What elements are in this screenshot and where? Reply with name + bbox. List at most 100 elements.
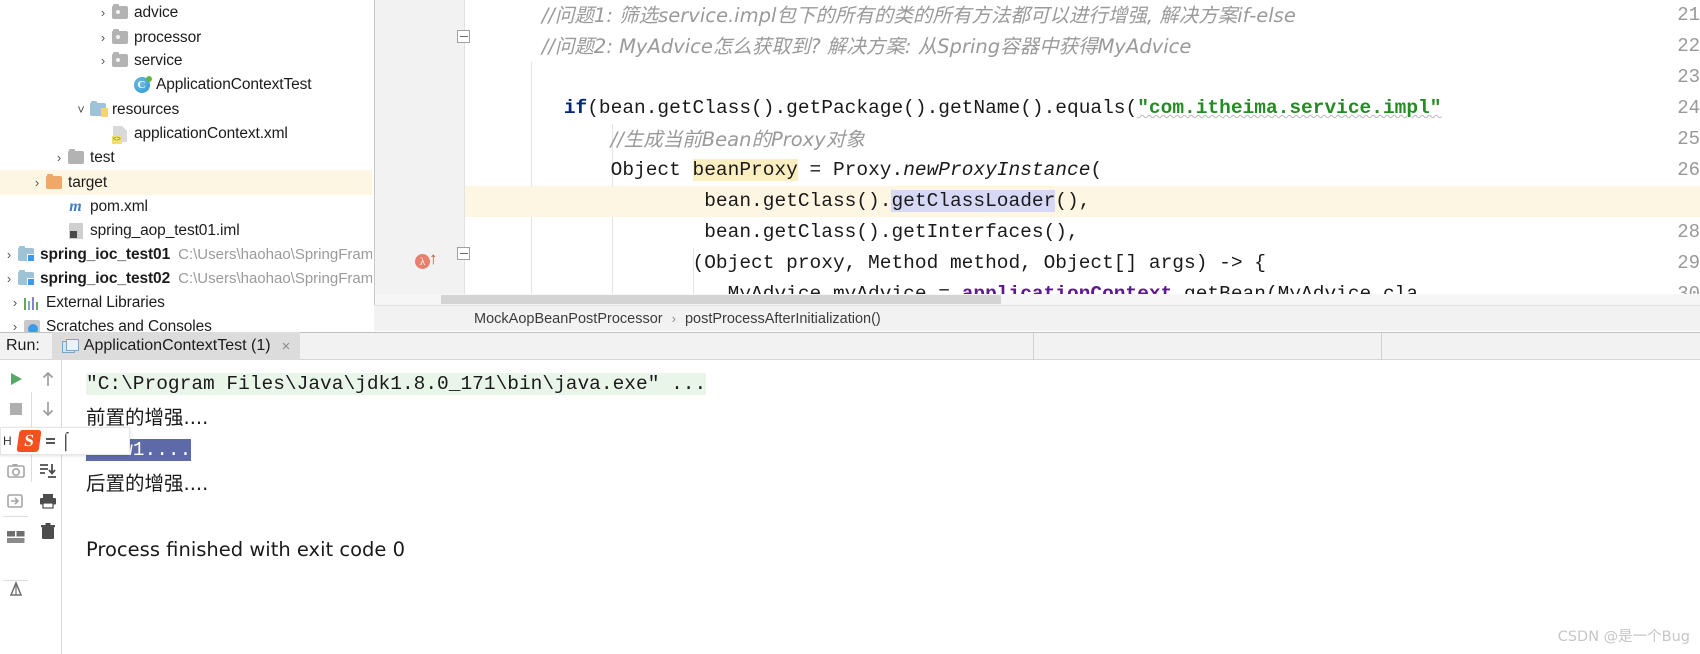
code-text-area[interactable]: //问题1: 筛选service.impl包下的所有的类的所有方法都可以进行增强…: [465, 0, 1700, 305]
toolbar-divider: [3, 516, 28, 517]
code-line-21[interactable]: //问题1: 筛选service.impl包下的所有的类的所有方法都可以进行增强…: [465, 0, 1700, 31]
tree-item-service[interactable]: › service: [0, 48, 372, 73]
chevron-right-icon[interactable]: ›: [8, 320, 22, 332]
tree-item-pom-xml[interactable]: m pom.xml: [0, 194, 372, 219]
header-divider: [1381, 333, 1382, 361]
code-line-23[interactable]: [465, 62, 1700, 93]
toolbar-divider: [3, 580, 28, 581]
tree-item-spring-ioc-test02[interactable]: › spring_ioc_test02 C:\Users\haohao\Spring…: [0, 266, 372, 291]
export-button[interactable]: [0, 486, 31, 516]
code-line-27[interactable]: bean.getClass().getClassLoader(),: [465, 186, 1700, 217]
run-config-icon: [61, 339, 79, 353]
tree-item-test[interactable]: › test: [0, 145, 372, 170]
tree-item-spring-aop-test01-iml[interactable]: spring_aop_test01.iml: [0, 218, 372, 243]
rerun-button[interactable]: [0, 364, 31, 394]
package-folder-icon: [110, 51, 129, 69]
run-panel-header: Run: ApplicationContextTest (1) ×: [0, 332, 1700, 361]
console-line: 前置的增强....: [62, 401, 1700, 434]
chevron-down-icon[interactable]: ˅: [74, 103, 88, 117]
project-tree-panel[interactable]: › advice › processor › service C ApplicationCon…: [0, 0, 372, 332]
code-line-26[interactable]: Object beanProxy = Proxy.newProxyInstanc…: [465, 155, 1700, 186]
console-command-text: "C:\Program Files\Java\jdk1.8.0_171\bin\…: [86, 373, 707, 395]
sogou-logo-icon[interactable]: S: [16, 430, 42, 452]
run-tool-window: Run: ApplicationContextTest (1) × "C:\Pr…: [0, 332, 1700, 654]
more-options-icon[interactable]: [45, 438, 55, 444]
scroll-to-end-button[interactable]: [32, 456, 63, 486]
text-cursor-icon: ⌠: [60, 431, 71, 450]
tree-item-spring-ioc-test01[interactable]: › spring_ioc_test01 C:\Users\haohao\Spring…: [0, 242, 372, 267]
code-line-29[interactable]: (Object proxy, Method method, Object[] a…: [465, 248, 1700, 279]
tree-item-resources[interactable]: ˅ resources: [0, 97, 372, 122]
tree-item-label: External Libraries: [46, 293, 165, 311]
chevron-right-icon[interactable]: ›: [52, 151, 66, 165]
console-line: 后置的增强....: [62, 467, 1700, 500]
console-text: Process finished with exit code 0: [86, 538, 405, 561]
code-line-28[interactable]: bean.getClass().getInterfaces(),: [465, 217, 1700, 248]
code-line-22[interactable]: //问题2: MyAdvice怎么获取到? 解决方案: 从Spring容器中获得…: [465, 31, 1700, 62]
console-line: show1....: [62, 434, 1700, 467]
chevron-right-icon[interactable]: ›: [96, 6, 110, 20]
console-line: Process finished with exit code 0: [62, 533, 1700, 566]
breadcrumb-separator-icon: ›: [671, 311, 676, 326]
pin-button[interactable]: [0, 574, 31, 604]
tree-item-target[interactable]: › target: [0, 170, 372, 195]
scrollbar-thumb[interactable]: [441, 295, 1001, 304]
watermark: CSDN @是一个Bug: [1557, 629, 1690, 645]
tree-item-label: test: [90, 148, 115, 166]
module-folder-icon: [16, 269, 35, 287]
run-toolbar-left-column[interactable]: [0, 364, 31, 604]
console-output[interactable]: "C:\Program Files\Java\jdk1.8.0_171\bin\…: [62, 360, 1700, 654]
tree-item-processor[interactable]: › processor: [0, 25, 372, 50]
tree-item-advice[interactable]: › advice: [0, 0, 372, 25]
tree-item-label: service: [134, 51, 183, 69]
chevron-right-icon[interactable]: ›: [2, 272, 16, 286]
tree-item-external-libraries[interactable]: › External Libraries: [0, 290, 372, 315]
ime-prefix-label: H: [3, 434, 12, 448]
breadcrumb[interactable]: MockAopBeanPostProcessor › postProcessAf…: [374, 305, 1700, 331]
chevron-right-icon[interactable]: ›: [8, 296, 22, 310]
lambda-gutter-icon[interactable]: λ: [415, 254, 430, 269]
tree-item-label: spring_aop_test01.iml: [90, 221, 240, 239]
breadcrumb-item-method[interactable]: postProcessAfterInitialization(): [685, 311, 881, 327]
ime-status-bar[interactable]: H S ⌠: [0, 427, 130, 455]
scratches-icon: [22, 319, 41, 332]
close-icon[interactable]: ×: [282, 338, 291, 355]
tree-item-scratches-and-consoles[interactable]: › Scratches and Consoles: [0, 314, 372, 332]
run-panel-label: Run:: [6, 337, 40, 354]
chevron-right-icon[interactable]: ›: [96, 31, 110, 45]
screenshot-button[interactable]: [0, 456, 31, 486]
up-arrow-button[interactable]: [32, 364, 63, 394]
stop-button[interactable]: [0, 394, 31, 424]
layout-button[interactable]: [0, 522, 31, 552]
run-toolbar[interactable]: [0, 360, 62, 654]
code-line-25[interactable]: //生成当前Bean的Proxy对象: [465, 124, 1700, 155]
target-folder-icon: [44, 173, 63, 191]
code-editor[interactable]: 21222324252627282930 λ ↑ //问题1: 筛选serv: [374, 0, 1700, 305]
tree-item-label: pom.xml: [90, 197, 148, 215]
folder-icon: [66, 148, 85, 166]
chevron-right-icon[interactable]: ›: [96, 54, 110, 68]
editor-horizontal-scrollbar[interactable]: [375, 294, 1700, 305]
tree-item-applicationcontext-xml[interactable]: applicationContext.xml: [0, 121, 372, 146]
tree-item-label: advice: [134, 3, 179, 21]
chevron-right-icon[interactable]: ›: [2, 248, 16, 262]
breadcrumb-item-class[interactable]: MockAopBeanPostProcessor: [474, 311, 663, 327]
print-button[interactable]: [32, 486, 63, 516]
tree-item-label: spring_ioc_test01: [40, 245, 171, 263]
down-arrow-button[interactable]: [32, 394, 63, 424]
code-line-24[interactable]: if(bean.getClass().getPackage().getName(…: [465, 93, 1700, 124]
console-text: 前置的增强....: [86, 406, 209, 429]
package-folder-icon: [110, 3, 129, 21]
run-toolbar-right-column[interactable]: [32, 364, 63, 546]
run-tab-application-context-test[interactable]: ApplicationContextTest (1) ×: [51, 332, 301, 360]
tree-item-path: C:\Users\haohao\SpringFramew: [178, 246, 372, 263]
tree-item-label: resources: [112, 100, 180, 118]
chevron-right-icon[interactable]: ›: [30, 176, 44, 190]
tree-item-label: target: [68, 173, 108, 191]
clear-all-button[interactable]: [32, 516, 63, 546]
tree-item-applicationcontexttest[interactable]: C ApplicationContextTest: [0, 72, 372, 97]
console-line: "C:\Program Files\Java\jdk1.8.0_171\bin\…: [62, 368, 1700, 401]
